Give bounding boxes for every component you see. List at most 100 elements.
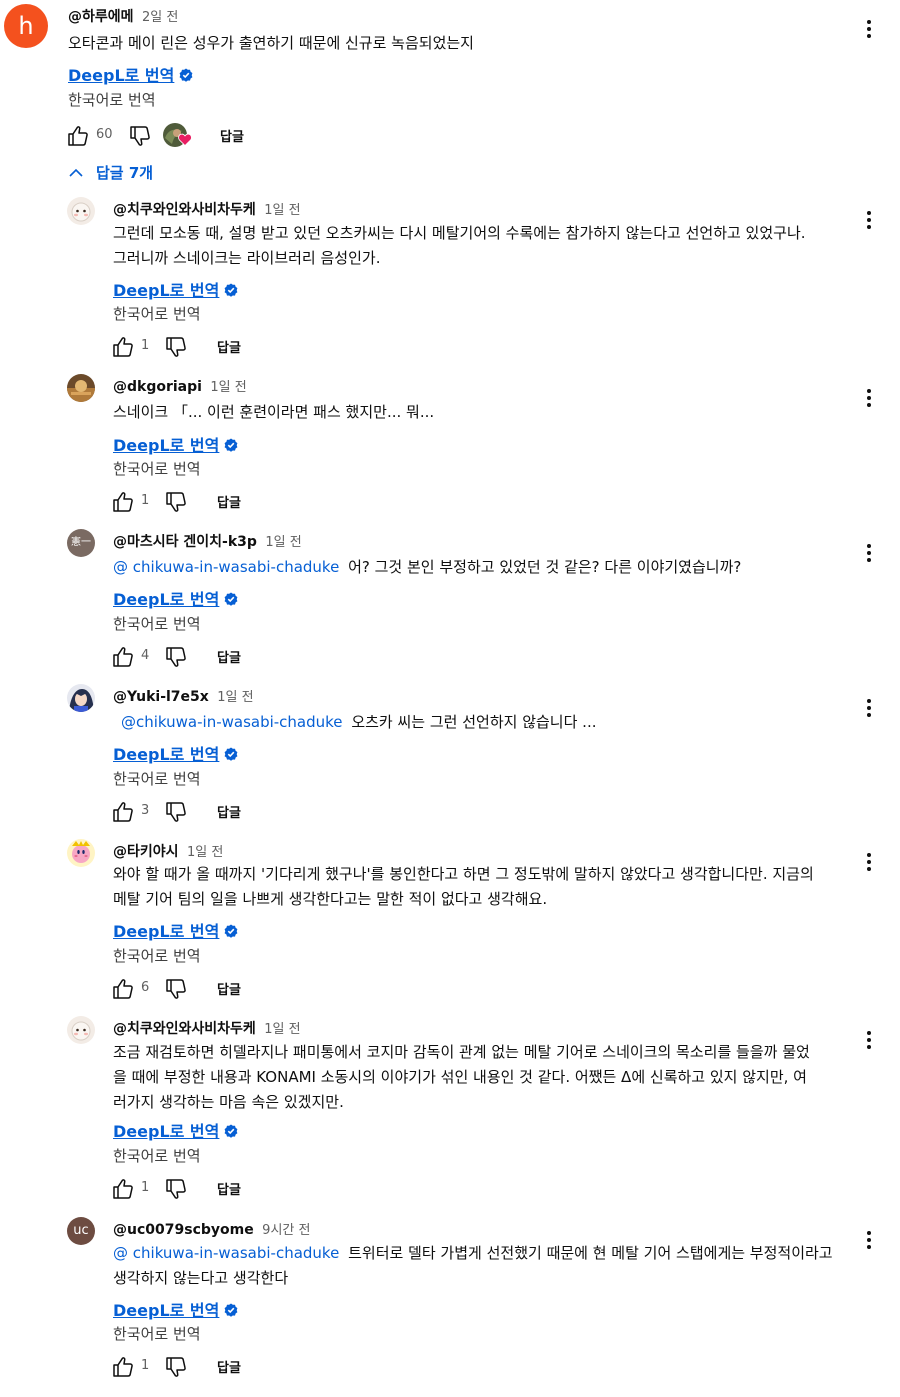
dislike-icon[interactable] xyxy=(164,800,188,824)
more-actions-icon[interactable] xyxy=(857,696,881,720)
like-icon[interactable] xyxy=(111,1355,135,1379)
translate-language-label: 한국어로 번역 xyxy=(113,1325,201,1343)
comment-time[interactable]: 1일 전 xyxy=(264,1022,300,1037)
comment-actions: 1 답글 xyxy=(111,335,311,359)
dislike-icon[interactable] xyxy=(164,977,188,1001)
comment-time[interactable]: 1일 전 xyxy=(217,690,253,705)
translate-language-label: 한국어로 번역 xyxy=(113,305,201,323)
reply-button[interactable]: 답글 xyxy=(217,337,241,356)
like-icon[interactable] xyxy=(111,645,135,669)
deepl-translate-link[interactable]: DeepL로 번역 xyxy=(113,1297,238,1321)
like-icon[interactable] xyxy=(111,490,135,514)
deepl-translate-label: DeepL로 번역 xyxy=(113,745,220,764)
deepl-translate-label: DeepL로 번역 xyxy=(113,922,220,941)
avatar[interactable]: uc xyxy=(67,1217,95,1245)
like-icon[interactable] xyxy=(111,335,135,359)
comment-text-line: 그런데 모소동 때, 설명 받고 있던 오츠카씨는 다시 메탈기어의 수록에는 … xyxy=(113,224,806,242)
like-icon[interactable] xyxy=(111,977,135,1001)
avatar[interactable]: 憲一 xyxy=(67,529,95,557)
like-count: 60 xyxy=(96,127,113,142)
comment-time[interactable]: 1일 전 xyxy=(264,203,300,218)
deepl-translate-link[interactable]: DeepL로 번역 xyxy=(113,432,238,456)
like-icon[interactable] xyxy=(111,1177,135,1201)
replies-count-label: 답글 7개 xyxy=(96,164,154,182)
verified-badge-icon xyxy=(224,747,238,761)
dislike-icon[interactable] xyxy=(164,335,188,359)
deepl-translate-link[interactable]: DeepL로 번역 xyxy=(68,62,193,86)
comment-author[interactable]: @치쿠와인와사비차두케 xyxy=(113,1021,256,1037)
avatar[interactable] xyxy=(67,1016,95,1044)
reply-button[interactable]: 답글 xyxy=(217,802,241,821)
comment-time[interactable]: 2일 전 xyxy=(142,10,178,25)
more-actions-icon[interactable] xyxy=(857,1028,881,1052)
comment-text-line: 그러니까 스네이크는 라이브러리 음성인가. xyxy=(113,249,381,267)
reply-button[interactable]: 답글 xyxy=(217,1357,241,1376)
deepl-translate-link[interactable]: DeepL로 번역 xyxy=(113,918,238,942)
translate-language-label: 한국어로 번역 xyxy=(113,947,201,965)
dislike-icon[interactable] xyxy=(164,490,188,514)
comment-time[interactable]: 9시간 전 xyxy=(262,1223,310,1238)
like-icon[interactable] xyxy=(66,124,90,148)
comment-text: @ chikuwa-in-wasabi-chaduke 트위터로 델타 가볍게 … xyxy=(113,1241,833,1291)
dislike-icon[interactable] xyxy=(128,124,152,148)
deepl-translate-link[interactable]: DeepL로 번역 xyxy=(113,586,238,610)
comment-header: @마츠시타 겐이치-k3p 1일 전 xyxy=(113,531,302,551)
avatar[interactable] xyxy=(67,839,95,867)
comment-time[interactable]: 1일 전 xyxy=(265,535,301,550)
deepl-translate-link[interactable]: DeepL로 번역 xyxy=(113,741,238,765)
comment-header: @dkgoriapi 1일 전 xyxy=(113,376,247,395)
more-actions-icon[interactable] xyxy=(857,208,881,232)
comment-actions: 4 답글 xyxy=(111,645,311,669)
comment-author[interactable]: @Yuki-l7e5x xyxy=(113,689,209,705)
comment-author[interactable]: @타키야시 xyxy=(113,844,179,860)
deepl-translate-label: DeepL로 번역 xyxy=(68,66,175,85)
heart-icon xyxy=(178,133,192,146)
more-actions-icon[interactable] xyxy=(857,17,881,41)
reply-button[interactable]: 답글 xyxy=(217,1179,241,1198)
mention-link[interactable]: @chikuwa-in-wasabi-chaduke xyxy=(121,713,343,731)
avatar[interactable] xyxy=(67,374,95,402)
comment-text: 그런데 모소동 때, 설명 받고 있던 오츠카씨는 다시 메탈기어의 수록에는 … xyxy=(113,221,806,271)
comment-actions: 3 답글 xyxy=(111,800,311,824)
comment-author[interactable]: @마츠시타 겐이치-k3p xyxy=(113,534,257,550)
comment-time[interactable]: 1일 전 xyxy=(210,380,246,395)
comment-author[interactable]: @하루에메 xyxy=(68,9,134,25)
comment-author[interactable]: @치쿠와인와사비차두케 xyxy=(113,202,256,218)
chevron-up-icon xyxy=(69,168,83,177)
reply-comment: 憲一 @마츠시타 겐이치-k3p 1일 전 @ chikuwa-in-wasab… xyxy=(0,529,900,679)
reply-button[interactable]: 답글 xyxy=(217,647,241,666)
comment-author[interactable]: @uc0079scbyome xyxy=(113,1222,254,1238)
dislike-icon[interactable] xyxy=(164,1355,188,1379)
verified-badge-icon xyxy=(224,924,238,938)
comment-time[interactable]: 1일 전 xyxy=(187,845,223,860)
comment-text-line: 어? 그것 본인 부정하고 있었던 것 같은? 다른 이야기였습니까? xyxy=(348,558,742,576)
avatar[interactable] xyxy=(67,197,95,225)
comment-text-line: 트위터로 델타 가볍게 선전했기 때문에 현 메탈 기어 스탭에게는 부정적이라… xyxy=(348,1244,833,1262)
comment-header: @uc0079scbyome 9시간 전 xyxy=(113,1219,310,1238)
more-actions-icon[interactable] xyxy=(857,1228,881,1252)
avatar[interactable] xyxy=(67,684,95,712)
avatar-text: 憲一 xyxy=(71,537,91,548)
verified-badge-icon xyxy=(224,283,238,297)
comment-text: 조금 재검토하면 히델라지나 패미통에서 코지마 감독이 관계 없는 메탈 기어… xyxy=(113,1040,810,1115)
deepl-translate-link[interactable]: DeepL로 번역 xyxy=(113,1118,238,1142)
reply-button[interactable]: 답글 xyxy=(220,126,244,145)
verified-badge-icon xyxy=(224,438,238,452)
dislike-icon[interactable] xyxy=(164,645,188,669)
translate-language-label: 한국어로 번역 xyxy=(68,91,156,109)
mention-link[interactable]: @ chikuwa-in-wasabi-chaduke xyxy=(113,1244,339,1262)
like-icon[interactable] xyxy=(111,800,135,824)
more-actions-icon[interactable] xyxy=(857,386,881,410)
comment-text: @chikuwa-in-wasabi-chaduke 오츠카 씨는 그런 선언하… xyxy=(121,710,596,735)
replies-toggle-button[interactable]: 답글 7개 xyxy=(68,162,153,190)
comment-author[interactable]: @dkgoriapi xyxy=(113,379,202,395)
deepl-translate-link[interactable]: DeepL로 번역 xyxy=(113,277,238,301)
dislike-icon[interactable] xyxy=(164,1177,188,1201)
mention-link[interactable]: @ chikuwa-in-wasabi-chaduke xyxy=(113,558,339,576)
avatar[interactable]: h xyxy=(4,4,48,48)
more-actions-icon[interactable] xyxy=(857,850,881,874)
more-actions-icon[interactable] xyxy=(857,541,881,565)
reply-button[interactable]: 답글 xyxy=(217,979,241,998)
reply-button[interactable]: 답글 xyxy=(217,492,241,511)
like-count: 6 xyxy=(141,980,150,995)
